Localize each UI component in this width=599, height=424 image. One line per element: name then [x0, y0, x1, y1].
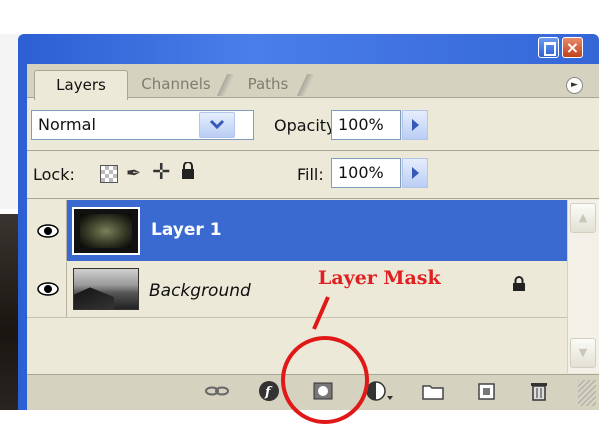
eye-icon [37, 282, 59, 296]
fill-input[interactable]: 100% [331, 158, 401, 188]
chevron-right-icon [412, 119, 419, 131]
tab-channels[interactable]: Channels [128, 70, 224, 98]
lock-move-icon[interactable]: ✛ [152, 160, 170, 185]
annotation-pointer-line [312, 296, 330, 330]
close-button[interactable]: × [562, 37, 583, 58]
lock-label: Lock: [33, 165, 75, 184]
lock-paint-icon[interactable]: ✒ [126, 163, 141, 184]
annotation-circle [281, 336, 369, 424]
layer-thumbnail[interactable] [72, 207, 140, 255]
scroll-down-button[interactable]: ▼ [570, 338, 596, 368]
canvas-background [0, 34, 20, 410]
opacity-label: Opacity: [274, 116, 340, 135]
layer-name[interactable]: Background [149, 281, 251, 301]
lock-all-icon[interactable] [180, 161, 196, 185]
chevron-right-icon [412, 167, 419, 179]
opacity-input[interactable]: 100% [331, 110, 401, 140]
tab-paths[interactable]: Paths [232, 70, 304, 98]
visibility-toggle[interactable] [27, 200, 67, 261]
blend-mode-value: Normal [38, 115, 96, 134]
layer-name[interactable]: Layer 1 [151, 220, 222, 240]
layer-thumbnail[interactable] [73, 268, 139, 310]
lock-transparent-icon[interactable] [100, 165, 118, 183]
layer-locked-icon [512, 276, 526, 296]
trash-icon[interactable] [526, 378, 552, 404]
palette-menu-arrow-icon[interactable]: ► [566, 77, 583, 94]
divider [27, 150, 599, 151]
restore-button[interactable] [538, 37, 559, 58]
new-layer-icon[interactable] [474, 378, 500, 404]
fill-label: Fill: [297, 165, 324, 184]
visibility-toggle[interactable] [27, 262, 67, 317]
opacity-value: 100% [338, 115, 384, 134]
tab-layers[interactable]: Layers [34, 70, 128, 100]
annotation-label: Layer Mask [318, 267, 441, 289]
layer-style-icon[interactable]: f [256, 378, 282, 404]
eye-icon [37, 224, 59, 238]
resize-grip[interactable] [578, 380, 596, 406]
link-layers-icon[interactable] [204, 378, 230, 404]
scroll-up-button[interactable]: ▲ [570, 203, 596, 233]
close-icon: × [565, 38, 580, 57]
fill-slider-button[interactable] [402, 158, 428, 188]
opacity-slider-button[interactable] [402, 110, 428, 140]
chevron-down-icon [209, 119, 225, 130]
fill-value: 100% [338, 163, 384, 182]
blend-mode-dropdown-button[interactable] [199, 112, 235, 138]
new-group-icon[interactable] [420, 378, 446, 404]
